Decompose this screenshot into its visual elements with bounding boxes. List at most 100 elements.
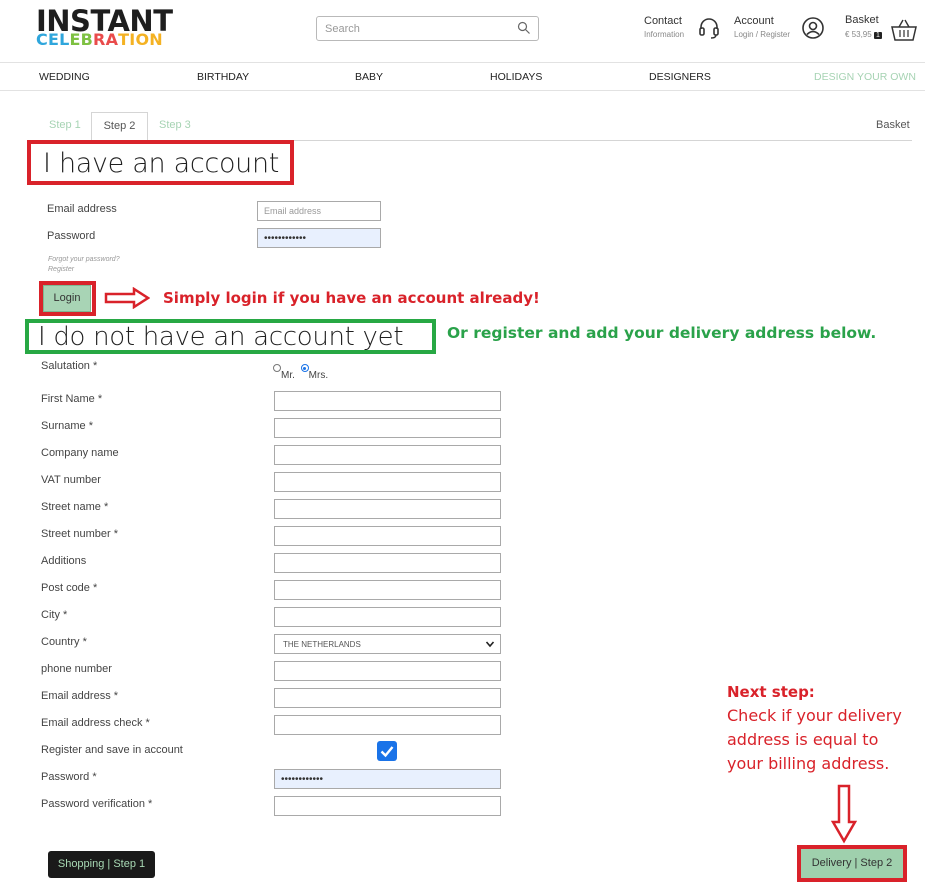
have-account-heading: I have an account — [43, 148, 280, 179]
reg-password-input[interactable] — [274, 769, 501, 789]
next-step-text: Check if your delivery address is equal … — [727, 704, 902, 776]
city-input[interactable] — [274, 607, 501, 627]
no-account-heading: I do not have an account yet — [38, 322, 404, 352]
tab-step-3[interactable]: Step 3 — [159, 119, 191, 131]
account-sub: Login / Register — [734, 30, 791, 39]
email-check-input[interactable] — [274, 715, 501, 735]
additions-label: Additions — [41, 555, 87, 567]
street-number-label: Street number * — [41, 528, 119, 540]
register-annotation: Or register and add your delivery addres… — [447, 324, 877, 342]
company-name-label: Company name — [41, 447, 119, 459]
logo-letter: L — [59, 30, 70, 49]
main-nav: WEDDING BIRTHDAY BABY HOLIDAYS DESIGNERS… — [0, 62, 925, 91]
country-select-value: THE NETHERLANDS — [283, 640, 361, 649]
nav-birthday[interactable]: BIRTHDAY — [197, 71, 249, 83]
radio-mr[interactable] — [273, 364, 281, 372]
nav-wedding[interactable]: WEDDING — [39, 71, 90, 83]
reg-email-label: Email address * — [41, 690, 119, 702]
street-name-input[interactable] — [274, 499, 501, 519]
arrow-down-icon — [831, 784, 857, 844]
email-check-label: Email address check * — [41, 717, 150, 729]
login-password-label: Password — [47, 230, 96, 242]
login-email-input[interactable] — [257, 201, 381, 221]
register-save-label: Register and save in account — [41, 744, 183, 756]
search-box[interactable] — [316, 16, 539, 41]
checkmark-icon — [380, 746, 394, 758]
radio-mrs-label: Mrs. — [308, 370, 329, 381]
next-step-line-1: Check if your delivery — [727, 706, 902, 725]
company-name-input[interactable] — [274, 445, 501, 465]
nav-designers[interactable]: DESIGNERS — [649, 71, 711, 83]
have-account-heading-box: I have an account — [27, 140, 294, 185]
login-annotation: Simply login if you have an account alre… — [163, 289, 540, 307]
search-input[interactable] — [317, 17, 507, 40]
logo-letter: E — [69, 30, 81, 49]
register-save-checkbox[interactable] — [377, 741, 397, 761]
search-icon[interactable] — [517, 21, 531, 35]
account-label: Account — [734, 15, 774, 27]
password-verify-label: Password verification * — [41, 798, 153, 810]
logo-letter: C — [36, 30, 48, 49]
basket-amount-text: € 53,95 — [845, 30, 872, 39]
login-email-label: Email address — [47, 203, 117, 215]
contact-sub: Information — [644, 30, 685, 39]
logo-letter: E — [47, 30, 60, 49]
headset-icon[interactable] — [697, 16, 721, 40]
forgot-password-link[interactable]: Forgot your password? — [48, 256, 120, 263]
reg-password-label: Password * — [41, 771, 97, 783]
basket-summary[interactable]: Basket € 53,95 1 — [845, 14, 882, 39]
login-password-input[interactable] — [257, 228, 381, 248]
arrow-right-icon — [104, 287, 150, 309]
first-name-input[interactable] — [274, 391, 501, 411]
next-step-heading: Next step: — [727, 683, 815, 701]
account-link[interactable]: Account Login / Register — [734, 15, 790, 39]
contact-label: Contact — [644, 15, 682, 27]
chevron-down-icon — [485, 641, 495, 648]
surname-input[interactable] — [274, 418, 501, 438]
surname-label: Surname * — [41, 420, 93, 432]
salutation-label: Salutation * — [41, 360, 98, 372]
street-number-input[interactable] — [274, 526, 501, 546]
post-code-label: Post code * — [41, 582, 98, 594]
basket-link[interactable]: Basket — [876, 119, 910, 131]
basket-icon[interactable] — [891, 19, 917, 41]
back-to-shopping-button[interactable]: Shopping | Step 1 — [48, 851, 155, 878]
brand-logo-line2[interactable]: CELEBRATION — [36, 31, 163, 49]
contact-link[interactable]: Contact Information — [644, 15, 684, 39]
delivery-step-button[interactable]: Delivery | Step 2 — [801, 849, 903, 878]
basket-count-badge: 1 — [873, 32, 882, 39]
user-icon[interactable] — [801, 16, 825, 40]
vat-number-label: VAT number — [41, 474, 101, 486]
country-label: Country * — [41, 636, 87, 648]
country-select[interactable]: THE NETHERLANDS — [274, 634, 501, 654]
vat-number-input[interactable] — [274, 472, 501, 492]
password-verify-input[interactable] — [274, 796, 501, 816]
basket-label: Basket — [845, 14, 879, 26]
salutation-group: Mr. Mrs. — [273, 364, 328, 381]
logo-letter: B — [80, 30, 94, 49]
nav-holidays[interactable]: HOLIDAYS — [490, 71, 542, 83]
nav-baby[interactable]: BABY — [355, 71, 383, 83]
radio-mrs[interactable] — [300, 364, 309, 372]
logo-letter: T — [118, 30, 130, 49]
next-step-line-3: your billing address. — [727, 754, 890, 773]
next-step-line-2: address is equal to — [727, 730, 879, 749]
phone-label: phone number — [41, 663, 112, 675]
additions-input[interactable] — [274, 553, 501, 573]
tab-step-2[interactable]: Step 2 — [91, 112, 148, 141]
logo-letter: R — [93, 30, 106, 49]
basket-amount: € 53,95 1 — [845, 30, 882, 39]
nav-design-your-own[interactable]: DESIGN YOUR OWN — [814, 71, 916, 83]
no-account-heading-box: I do not have an account yet — [25, 319, 436, 354]
first-name-label: First Name * — [41, 393, 103, 405]
tab-step-1[interactable]: Step 1 — [49, 119, 81, 131]
post-code-input[interactable] — [274, 580, 501, 600]
radio-mr-label: Mr. — [281, 370, 295, 381]
logo-letter: O — [135, 30, 150, 49]
street-name-label: Street name * — [41, 501, 109, 513]
reg-email-input[interactable] — [274, 688, 501, 708]
phone-input[interactable] — [274, 661, 501, 681]
city-label: City * — [41, 609, 68, 621]
login-button[interactable]: Login — [43, 285, 91, 312]
register-link[interactable]: Register — [48, 266, 74, 273]
